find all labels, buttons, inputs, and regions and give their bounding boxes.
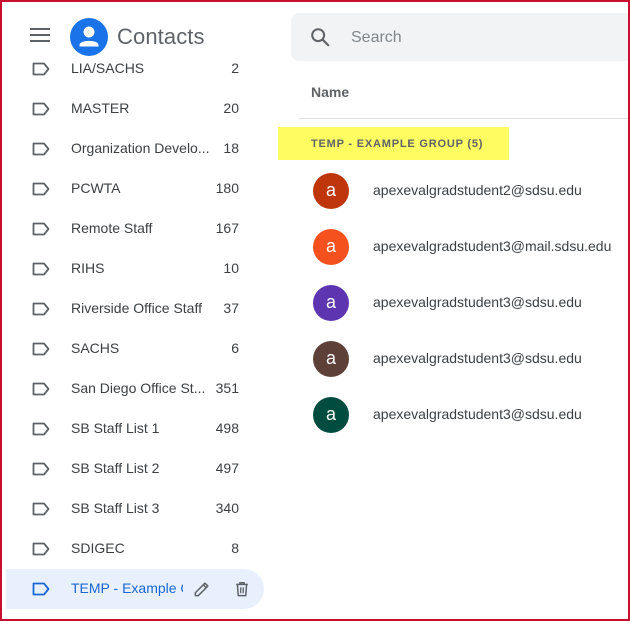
sidebar-label-count: 498 — [215, 420, 239, 436]
sidebar-label-count: 37 — [223, 300, 239, 316]
contact-row[interactable]: a apexevalgradstudent3@mail.sdsu.edu — [278, 219, 628, 275]
sidebar-label-name: SB Staff List 2 — [71, 460, 160, 476]
app-window: Contacts LIA/SACHS 2 MASTER 20 Organizat… — [0, 0, 630, 621]
sidebar-label-count: 497 — [215, 460, 239, 476]
sidebar-label-name: SDIGEC — [71, 540, 125, 556]
sidebar-label-count: 6 — [231, 340, 239, 356]
contacts-person-icon — [79, 26, 99, 47]
contact-row[interactable]: a apexevalgradstudent2@sdsu.edu — [278, 163, 628, 219]
sidebar-label-count: 351 — [215, 380, 239, 396]
search-icon[interactable] — [309, 26, 331, 48]
contact-row[interactable]: a apexevalgradstudent3@sdsu.edu — [278, 331, 628, 387]
app-title[interactable]: Contacts — [117, 24, 205, 50]
sidebar-label-count: 167 — [215, 220, 239, 236]
contact-email: apexevalgradstudent2@sdsu.edu — [373, 182, 582, 198]
label-tag-icon — [32, 142, 50, 156]
sidebar-label-name: PCWTA — [71, 180, 121, 196]
delete-label-button[interactable] — [232, 579, 252, 599]
label-tag-icon — [32, 62, 50, 76]
sidebar-label-count: 340 — [215, 500, 239, 516]
sidebar-label-count: 2 — [231, 60, 239, 76]
sidebar-label-count: 18 — [223, 140, 239, 156]
label-tag-icon — [32, 582, 50, 596]
sidebar-label-temp-example-group[interactable]: TEMP - Example Group — [6, 569, 264, 609]
labels-sidebar: LIA/SACHS 2 MASTER 20 Organization Devel… — [2, 60, 277, 619]
avatar: a — [313, 173, 349, 209]
sidebar-label-sb-staff-list-1[interactable]: SB Staff List 1 498 — [6, 409, 264, 449]
sidebar-label-master[interactable]: MASTER 20 — [6, 89, 264, 129]
sidebar-label-name: Organization Develo... — [71, 140, 210, 156]
label-tag-icon — [32, 542, 50, 556]
sidebar-label-san-diego-office-staff[interactable]: San Diego Office St... 351 — [6, 369, 264, 409]
label-actions — [176, 579, 252, 604]
sidebar-label-count: 20 — [223, 100, 239, 116]
hamburger-menu-icon — [30, 28, 50, 30]
label-tag-icon — [32, 262, 50, 276]
sidebar-label-lia-sachs[interactable]: LIA/SACHS 2 — [6, 60, 264, 89]
name-column-header[interactable]: Name — [311, 84, 349, 100]
sidebar-label-name: LIA/SACHS — [71, 60, 145, 76]
search-input[interactable] — [349, 25, 628, 51]
pencil-edit-icon — [194, 582, 209, 597]
sidebar-label-organization-development[interactable]: Organization Develo... 18 — [6, 129, 264, 169]
sidebar-label-sb-staff-list-2[interactable]: SB Staff List 2 497 — [6, 449, 264, 489]
avatar: a — [313, 397, 349, 433]
sidebar-label-name: TEMP - Example Group — [71, 580, 183, 596]
edit-label-button[interactable] — [192, 579, 212, 599]
label-tag-icon — [32, 182, 50, 196]
main-menu-button[interactable] — [30, 28, 50, 44]
label-tag-icon — [32, 102, 50, 116]
search-bar[interactable] — [291, 13, 628, 61]
label-tag-icon — [32, 302, 50, 316]
avatar: a — [313, 341, 349, 377]
header-divider — [299, 118, 628, 119]
contacts-logo[interactable] — [70, 18, 108, 56]
group-title-banner: TEMP - EXAMPLE GROUP (5) — [278, 127, 509, 160]
avatar: a — [313, 285, 349, 321]
contact-email: apexevalgradstudent3@sdsu.edu — [373, 406, 582, 422]
avatar: a — [313, 229, 349, 265]
sidebar-label-name: RIHS — [71, 260, 105, 276]
label-tag-icon — [32, 422, 50, 436]
sidebar-label-pcwta[interactable]: PCWTA 180 — [6, 169, 264, 209]
sidebar-label-name: San Diego Office St... — [71, 380, 206, 396]
sidebar-label-riverside-office-staff[interactable]: Riverside Office Staff 37 — [6, 289, 264, 329]
label-tag-icon — [32, 382, 50, 396]
label-tag-icon — [32, 462, 50, 476]
sidebar-label-name: MASTER — [71, 100, 130, 116]
contact-row[interactable]: a apexevalgradstudent3@sdsu.edu — [278, 275, 628, 331]
label-tag-icon — [32, 342, 50, 356]
group-title: TEMP - EXAMPLE GROUP (5) — [311, 138, 484, 150]
sidebar-label-remote-staff[interactable]: Remote Staff 167 — [6, 209, 264, 249]
sidebar-label-sdigec[interactable]: SDIGEC 8 — [6, 529, 264, 569]
label-tag-icon — [32, 502, 50, 516]
sidebar-label-sachs[interactable]: SACHS 6 — [6, 329, 264, 369]
sidebar-label-sb-staff-list-3[interactable]: SB Staff List 3 340 — [6, 489, 264, 529]
sidebar-label-rihs[interactable]: RIHS 10 — [6, 249, 264, 289]
contact-row[interactable]: a apexevalgradstudent3@sdsu.edu — [278, 387, 628, 443]
sidebar-label-name: SACHS — [71, 340, 120, 356]
trash-icon — [236, 582, 248, 597]
sidebar-label-count: 10 — [223, 260, 239, 276]
contact-email: apexevalgradstudent3@sdsu.edu — [373, 294, 582, 310]
sidebar-label-name: SB Staff List 1 — [71, 420, 160, 436]
sidebar-label-count: 8 — [231, 540, 239, 556]
sidebar-label-name: Remote Staff — [71, 220, 153, 236]
sidebar-label-count: 180 — [215, 180, 239, 196]
label-tag-icon — [32, 222, 50, 236]
sidebar-label-name: Riverside Office Staff — [71, 300, 202, 316]
contact-email: apexevalgradstudent3@sdsu.edu — [373, 350, 582, 366]
contact-email: apexevalgradstudent3@mail.sdsu.edu — [373, 238, 612, 254]
sidebar-label-name: SB Staff List 3 — [71, 500, 160, 516]
